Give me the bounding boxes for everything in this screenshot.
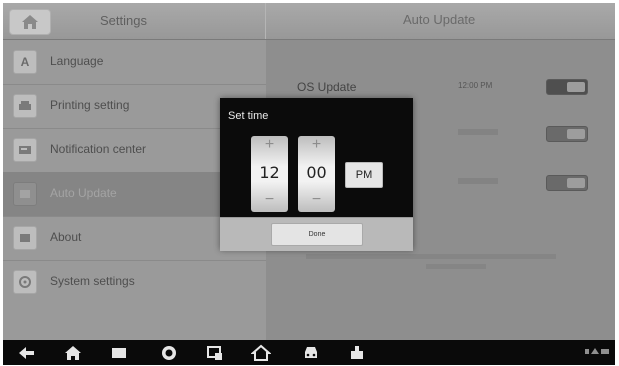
minute-decrement-button[interactable]: −: [298, 191, 335, 209]
system-nav-bar: [3, 340, 615, 365]
update-time-placeholder[interactable]: [458, 129, 498, 135]
set-time-dialog: Set time + 12 − + 00 − PM Done: [220, 98, 413, 251]
minute-value[interactable]: 00: [298, 163, 335, 182]
back-icon[interactable]: [17, 344, 37, 362]
minute-spinner[interactable]: + 00 −: [298, 136, 335, 212]
done-button[interactable]: Done: [271, 223, 363, 246]
hour-value[interactable]: 12: [251, 163, 288, 182]
sidebar-item-label: Notification center: [50, 142, 147, 156]
os-update-label: OS Update: [297, 80, 357, 94]
car-icon[interactable]: [301, 344, 321, 362]
sidebar-item-language[interactable]: A Language: [3, 40, 266, 85]
vci-icon[interactable]: [347, 344, 367, 362]
info-icon: [13, 226, 37, 250]
screenshot-icon[interactable]: [205, 344, 225, 362]
tablet-screen: Settings Auto Update A Language Printing…: [3, 3, 615, 365]
dialog-footer: Done: [220, 217, 413, 251]
gear-icon: [13, 270, 37, 294]
auto-update-note: [306, 252, 596, 274]
home-button[interactable]: [9, 9, 51, 35]
sidebar-item-system-settings[interactable]: System settings: [3, 260, 266, 304]
sidebar-item-label: Printing setting: [50, 98, 130, 112]
home-icon: [22, 15, 38, 29]
printer-icon: [13, 94, 37, 118]
minute-increment-button[interactable]: +: [298, 136, 335, 154]
sidebar-item-label: Language: [50, 54, 104, 68]
language-icon: A: [13, 50, 37, 74]
header-divider: [265, 3, 266, 39]
am-pm-toggle-button[interactable]: PM: [345, 162, 383, 188]
settings-title: Settings: [100, 13, 147, 28]
header-bar: Settings Auto Update: [3, 3, 615, 40]
update-toggle[interactable]: [546, 175, 588, 191]
vehicle-home-icon[interactable]: [251, 344, 271, 362]
sidebar-item-label: About: [50, 230, 82, 244]
update-icon: [13, 182, 37, 206]
os-update-time[interactable]: 12:00 PM: [458, 81, 492, 90]
browser-icon[interactable]: [159, 344, 179, 362]
auto-update-title: Auto Update: [403, 12, 476, 27]
hour-spinner[interactable]: + 12 −: [251, 136, 288, 212]
home-icon[interactable]: [63, 344, 83, 362]
notification-icon: [13, 138, 37, 162]
os-update-toggle[interactable]: [546, 79, 588, 95]
sidebar-item-label: Auto Update: [50, 186, 117, 200]
status-indicators: [585, 347, 609, 357]
hour-increment-button[interactable]: +: [251, 136, 288, 154]
update-time-placeholder[interactable]: [458, 178, 498, 184]
recent-apps-icon[interactable]: [109, 344, 129, 362]
sidebar-item-label: System settings: [50, 274, 135, 288]
dialog-title: Set time: [228, 110, 269, 122]
hour-decrement-button[interactable]: −: [251, 191, 288, 209]
update-toggle[interactable]: [546, 126, 588, 142]
